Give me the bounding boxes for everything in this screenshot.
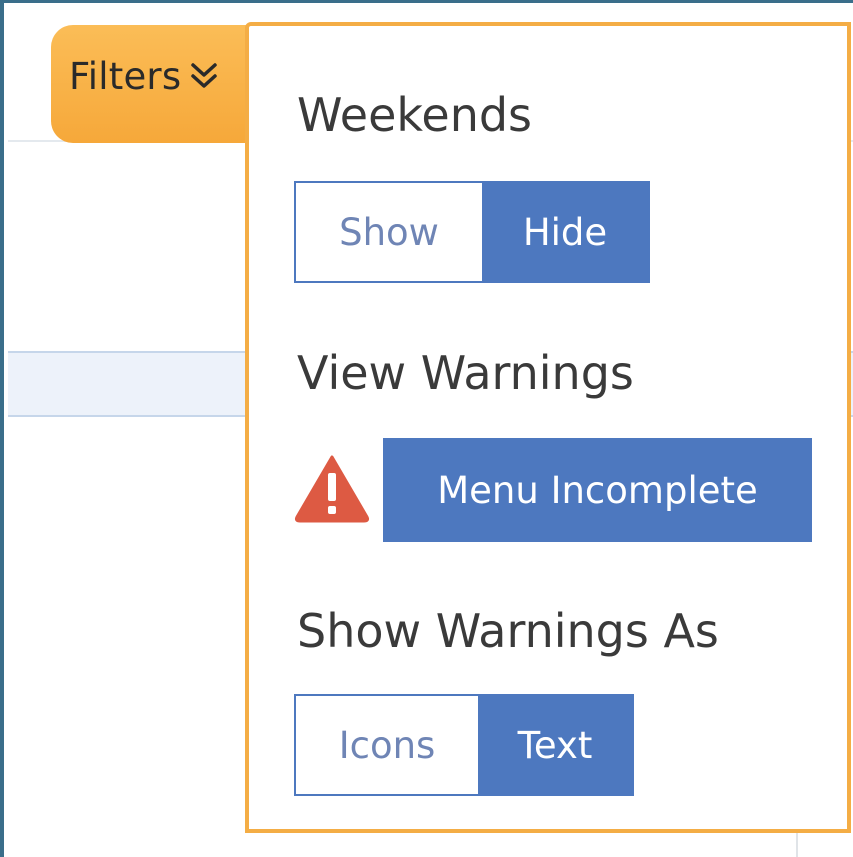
filters-dropdown-panel: Weekends Show Hide View Warnings Menu In… [245,22,851,833]
weekends-show-option[interactable]: Show [296,183,482,281]
double-chevron-down-icon [191,63,218,88]
menu-incomplete-warning-button[interactable]: Menu Incomplete [383,438,812,542]
warning-triangle-icon [294,455,370,523]
filters-button[interactable]: Filters [51,25,266,143]
filters-label: Filters [69,55,182,98]
show-warnings-as-toggle: Icons Text [294,694,634,796]
show-warnings-as-heading: Show Warnings As [297,604,719,658]
show-as-text-option[interactable]: Text [478,696,632,794]
weekends-hide-option[interactable]: Hide [482,183,648,281]
background-column-divider [796,833,798,857]
show-as-icons-option[interactable]: Icons [296,696,478,794]
weekends-toggle: Show Hide [294,181,650,283]
view-warnings-heading: View Warnings [297,346,634,400]
weekends-heading: Weekends [297,88,533,142]
